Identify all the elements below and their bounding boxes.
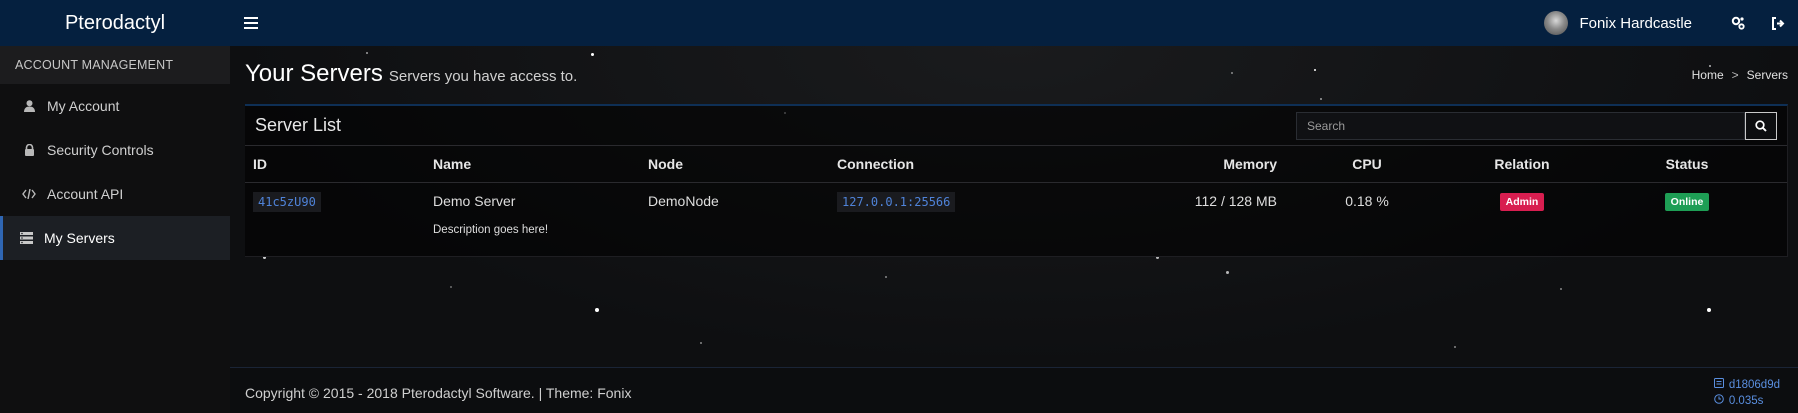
sidebar: ACCOUNT MANAGEMENT My Account Security C…: [0, 46, 230, 413]
page-heading: Your Servers: [245, 60, 383, 87]
clock-icon: [1714, 393, 1724, 409]
server-node: DemoNode: [648, 193, 719, 210]
sidebar-item-security-controls[interactable]: Security Controls: [0, 128, 230, 172]
relation-badge: Admin: [1499, 192, 1545, 211]
column-header-relation: Relation: [1457, 146, 1587, 183]
sidebar-header: ACCOUNT MANAGEMENT: [0, 46, 230, 84]
footer-render-time: 0.035s: [1728, 395, 1764, 407]
star-decoration: [1454, 346, 1456, 348]
logout-icon[interactable]: [1758, 0, 1798, 46]
menu-icon[interactable]: [244, 17, 258, 29]
star-decoration: [1320, 98, 1322, 100]
star-decoration: [700, 342, 702, 344]
search-input[interactable]: [1296, 112, 1745, 140]
footer-version: d1806d9d: [1728, 379, 1780, 391]
avatar[interactable]: [1544, 11, 1569, 35]
breadcrumb: Home > Servers: [1692, 68, 1788, 82]
breadcrumb-separator: >: [1731, 68, 1739, 82]
column-header-cpu: CPU: [1277, 146, 1457, 183]
user-icon: [21, 100, 37, 112]
star-decoration: [591, 53, 594, 56]
server-icon: [18, 232, 34, 244]
sidebar-item-label: My Servers: [44, 230, 115, 246]
sidebar-item-account-api[interactable]: Account API: [0, 172, 230, 216]
star-decoration: [1231, 72, 1233, 74]
table-header-row: ID Name Node Connection Memory CPU Relat…: [245, 146, 1787, 183]
server-list-title: Server List: [255, 115, 342, 135]
star-decoration: [366, 52, 368, 54]
breadcrumb-current: Servers: [1746, 68, 1788, 82]
page-title: Your Servers Servers you have access to.: [245, 60, 577, 88]
table-row-description: Description goes here!: [245, 220, 1787, 248]
server-table: ID Name Node Connection Memory CPU Relat…: [245, 146, 1787, 248]
column-header-id: ID: [245, 146, 433, 183]
sidebar-item-label: Account API: [47, 186, 124, 202]
star-decoration: [1226, 271, 1229, 274]
search-button[interactable]: [1745, 112, 1777, 140]
server-memory: 112 / 128 MB: [1194, 193, 1277, 210]
main-content: Your Servers Servers you have access to.…: [230, 46, 1798, 367]
search-group: [1296, 112, 1777, 140]
admin-settings-icon[interactable]: [1718, 0, 1758, 46]
sidebar-item-my-servers[interactable]: My Servers: [0, 216, 230, 260]
star-decoration: [1707, 308, 1711, 312]
server-cpu: 0.18 %: [1345, 193, 1389, 210]
search-icon: [1755, 120, 1767, 132]
top-navbar: Pterodactyl Fonix Hardcastle: [0, 0, 1798, 46]
status-badge: Online: [1664, 192, 1710, 211]
server-id-link[interactable]: 41c5zU90: [253, 192, 321, 213]
star-decoration: [1709, 65, 1711, 67]
version-icon: [1713, 377, 1724, 393]
server-description: Description goes here!: [433, 224, 549, 236]
sidebar-item-label: My Account: [47, 98, 120, 114]
star-decoration: [595, 308, 599, 312]
server-name[interactable]: Demo Server: [433, 182, 648, 220]
server-list-box: Server List ID Name Node Connection Memo…: [245, 104, 1788, 257]
page-subtitle: Servers you have access to.: [388, 68, 578, 85]
footer: Copyright © 2015 - 2018 Pterodactyl Soft…: [230, 367, 1798, 413]
star-decoration: [450, 286, 452, 288]
column-header-status: Status: [1587, 146, 1787, 183]
star-decoration: [1560, 288, 1562, 290]
breadcrumb-home[interactable]: Home: [1692, 68, 1724, 82]
table-row[interactable]: 41c5zU90 Demo Server DemoNode 127.0.0.1:…: [245, 182, 1787, 220]
user-name[interactable]: Fonix Hardcastle: [1579, 15, 1692, 32]
lock-icon: [21, 144, 37, 156]
brand-logo[interactable]: Pterodactyl: [0, 12, 230, 35]
star-decoration: [1314, 69, 1316, 71]
column-header-memory: Memory: [1137, 146, 1277, 183]
server-list-header: Server List: [245, 106, 1787, 146]
code-icon: [21, 189, 37, 199]
footer-meta: d1806d9d 0.035s: [1713, 377, 1780, 409]
server-connection: 127.0.0.1:25566: [837, 192, 956, 213]
star-decoration: [885, 276, 887, 278]
column-header-name: Name: [433, 146, 648, 183]
footer-copyright: Copyright © 2015 - 2018 Pterodactyl Soft…: [245, 385, 632, 401]
column-header-node: Node: [648, 146, 837, 183]
column-header-connection: Connection: [837, 146, 1137, 183]
sidebar-item-label: Security Controls: [47, 142, 154, 158]
sidebar-item-my-account[interactable]: My Account: [0, 84, 230, 128]
